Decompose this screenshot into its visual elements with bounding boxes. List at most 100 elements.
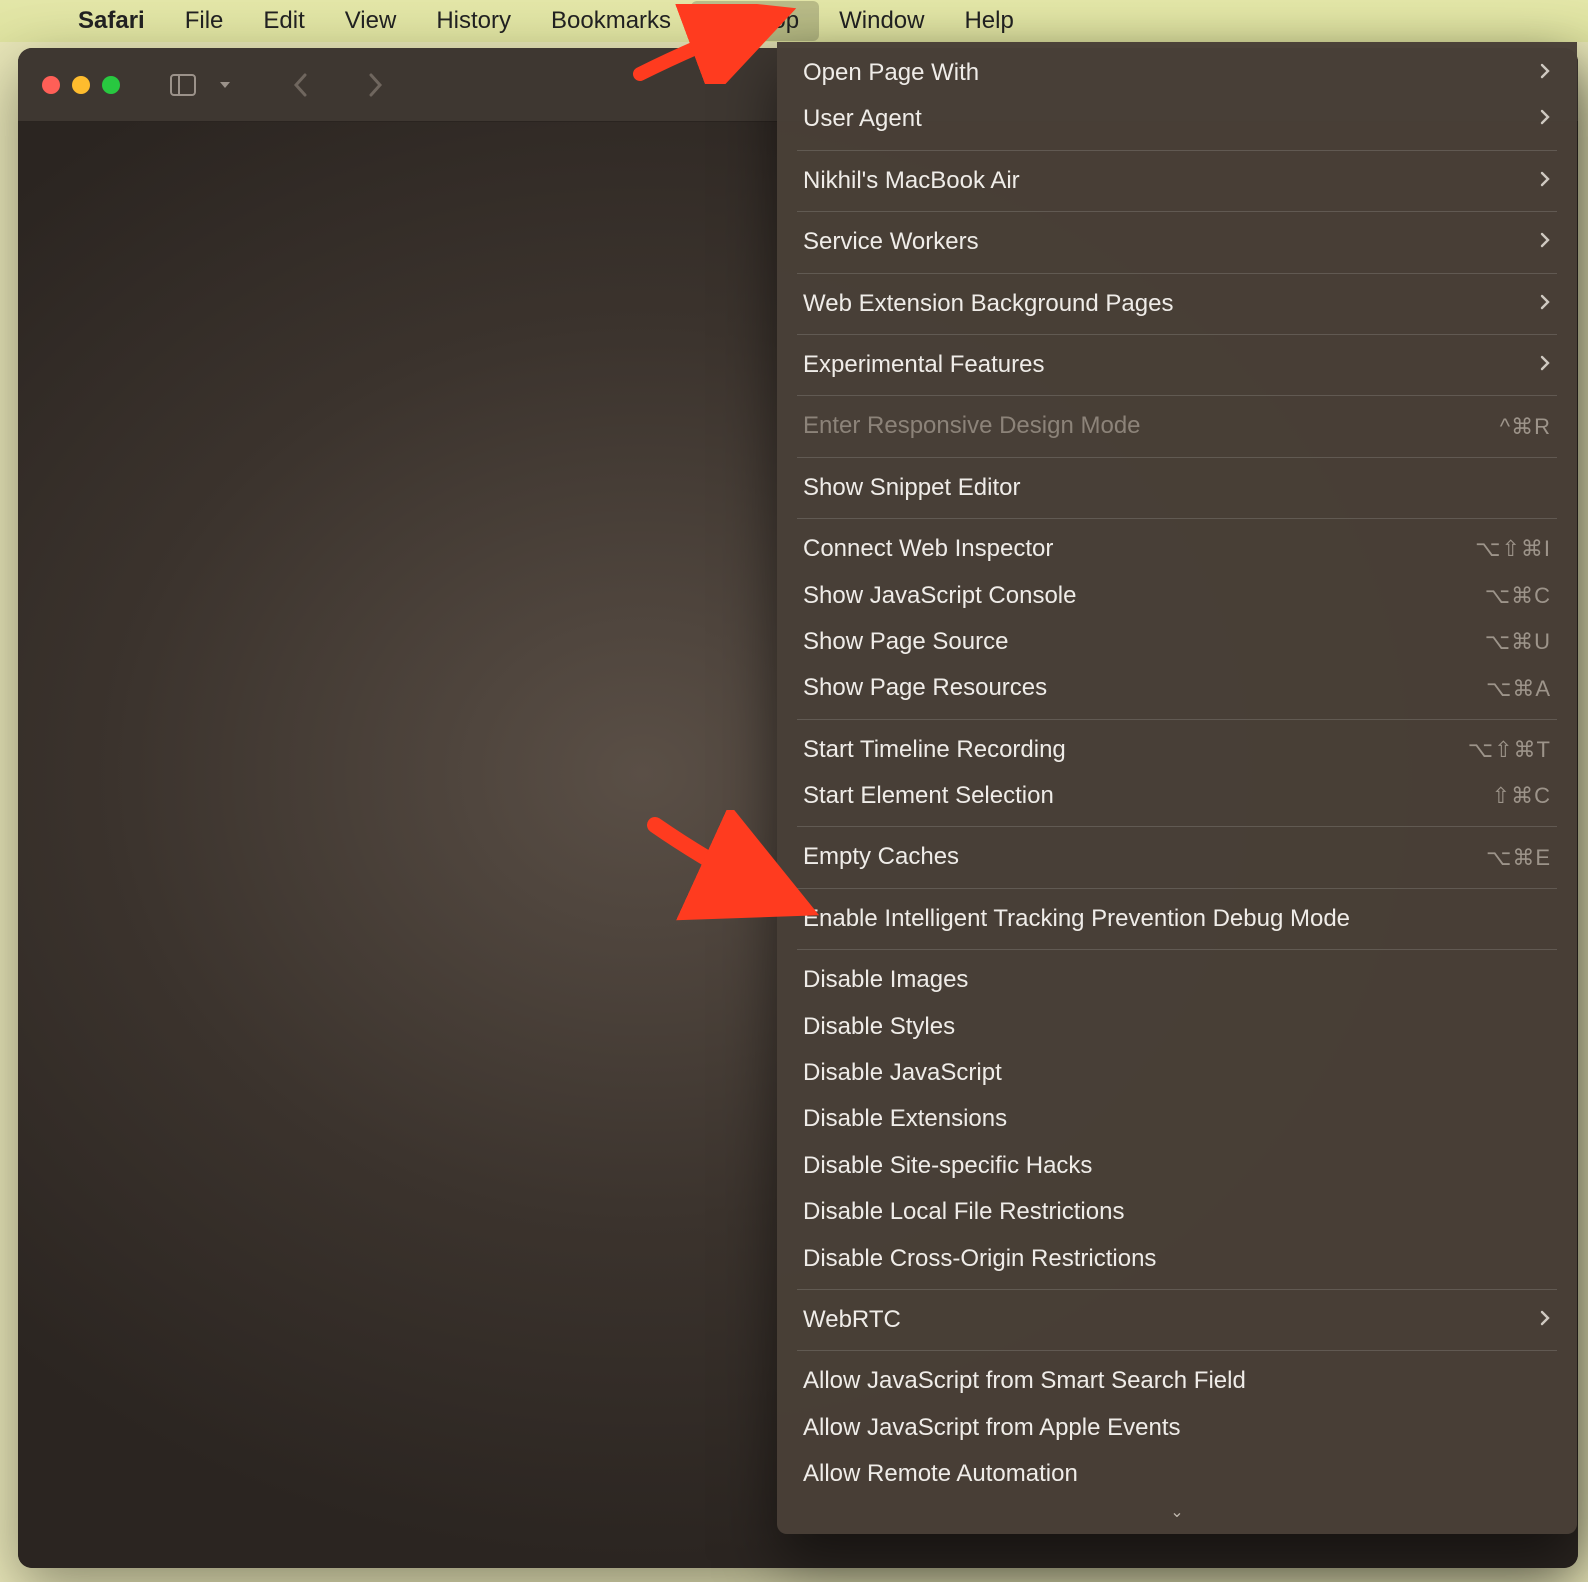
menu-item-label: Enable Intelligent Tracking Prevention D… [803,903,1350,935]
macos-menubar: Safari File Edit View History Bookmarks … [0,0,1588,42]
menu-item-label: Empty Caches [803,841,959,873]
menu-item-label: Service Workers [803,226,979,258]
menu-item-shortcut: ⌥⇧⌘T [1468,735,1551,765]
menu-separator [797,150,1557,151]
menu-overflow-chevron-icon[interactable]: ⌄ [777,1498,1577,1522]
menu-item-disable-cross-origin-restrictions[interactable]: Disable Cross-Origin Restrictions [777,1236,1577,1282]
menu-item-show-page-source[interactable]: Show Page Source ⌥⌘U [777,619,1577,665]
menu-separator [797,826,1557,827]
menu-item-service-workers[interactable]: Service Workers [777,219,1577,265]
menu-item-label: WebRTC [803,1304,901,1336]
menu-separator [797,719,1557,720]
menu-item-webrtc[interactable]: WebRTC [777,1297,1577,1343]
chevron-right-icon [1539,1304,1551,1336]
menu-item-label: Experimental Features [803,349,1044,381]
menu-item-disable-javascript[interactable]: Disable JavaScript [777,1050,1577,1096]
menu-separator [797,1289,1557,1290]
menu-item-label: Start Element Selection [803,780,1054,812]
menu-item-label: Show Snippet Editor [803,472,1020,504]
menu-item-allow-remote-automation[interactable]: Allow Remote Automation [777,1451,1577,1497]
menu-develop[interactable]: Develop [691,1,819,41]
menu-item-web-extension-background-pages[interactable]: Web Extension Background Pages [777,281,1577,327]
chevron-right-icon [1539,103,1551,135]
menu-item-label: Nikhil's MacBook Air [803,165,1020,197]
fullscreen-window-button[interactable] [102,76,120,94]
chevron-right-icon [1539,165,1551,197]
chevron-right-icon [1539,226,1551,258]
menu-item-shortcut: ⌥⇧⌘I [1475,534,1551,564]
menu-item-user-agent[interactable]: User Agent [777,96,1577,142]
menu-item-experimental-features[interactable]: Experimental Features [777,342,1577,388]
menu-item-label: Enter Responsive Design Mode [803,410,1141,442]
app-menu[interactable]: Safari [58,1,165,41]
menu-item-label: Show JavaScript Console [803,580,1076,612]
back-button[interactable] [282,66,320,104]
menu-separator [797,1350,1557,1351]
menu-item-show-page-resources[interactable]: Show Page Resources ⌥⌘A [777,665,1577,711]
menu-item-label: Web Extension Background Pages [803,288,1173,320]
menu-item-show-snippet-editor[interactable]: Show Snippet Editor [777,465,1577,511]
menu-bookmarks[interactable]: Bookmarks [531,1,691,41]
sidebar-toggle-button[interactable] [160,68,206,102]
menu-item-label: Connect Web Inspector [803,533,1053,565]
menu-item-enter-responsive-design-mode: Enter Responsive Design Mode ^⌘R [777,403,1577,449]
menu-item-disable-images[interactable]: Disable Images [777,957,1577,1003]
menu-item-disable-site-specific-hacks[interactable]: Disable Site-specific Hacks [777,1143,1577,1189]
menu-item-allow-javascript-from-smart-search-field[interactable]: Allow JavaScript from Smart Search Field [777,1358,1577,1404]
menu-item-empty-caches[interactable]: Empty Caches ⌥⌘E [777,834,1577,880]
menu-item-start-timeline-recording[interactable]: Start Timeline Recording ⌥⇧⌘T [777,727,1577,773]
menu-item-label: Open Page With [803,57,979,89]
menu-item-start-element-selection[interactable]: Start Element Selection ⇧⌘C [777,773,1577,819]
menu-item-label: Allow JavaScript from Smart Search Field [803,1365,1246,1397]
menu-window[interactable]: Window [819,1,944,41]
menu-item-label: User Agent [803,103,922,135]
menu-item-label: Allow Remote Automation [803,1458,1078,1490]
menu-item-label: Disable Images [803,964,968,996]
menu-item-label: Disable Cross-Origin Restrictions [803,1243,1156,1275]
menu-item-enable-intelligent-tracking-prevention-debug-mode[interactable]: Enable Intelligent Tracking Prevention D… [777,896,1577,942]
menu-help[interactable]: Help [944,1,1033,41]
menu-item-disable-extensions[interactable]: Disable Extensions [777,1096,1577,1142]
menu-item-disable-styles[interactable]: Disable Styles [777,1004,1577,1050]
menu-item-label: Disable Styles [803,1011,955,1043]
menu-item-shortcut: ⌥⌘C [1485,581,1551,611]
menu-item-label: Start Timeline Recording [803,734,1066,766]
menu-item-label: Show Page Resources [803,672,1047,704]
sidebar-dropdown-button[interactable] [208,72,242,98]
menu-separator [797,211,1557,212]
forward-button[interactable] [356,66,394,104]
menu-history[interactable]: History [416,1,531,41]
menu-item-nikhil-s-macbook-air[interactable]: Nikhil's MacBook Air [777,158,1577,204]
menu-item-allow-javascript-from-apple-events[interactable]: Allow JavaScript from Apple Events [777,1405,1577,1451]
menu-item-label: Disable Site-specific Hacks [803,1150,1092,1182]
menu-separator [797,334,1557,335]
menu-item-label: Disable Local File Restrictions [803,1196,1124,1228]
menu-item-shortcut: ⌥⌘A [1486,674,1551,704]
menu-separator [797,888,1557,889]
menu-item-shortcut: ⌥⌘U [1485,627,1551,657]
chevron-right-icon [1539,57,1551,89]
develop-menu-dropdown: Open Page With User Agent Nikhil's MacBook… [777,42,1577,1534]
menu-file[interactable]: File [165,1,244,41]
menu-edit[interactable]: Edit [243,1,324,41]
menu-item-shortcut: ⇧⌘C [1492,781,1551,811]
minimize-window-button[interactable] [72,76,90,94]
chevron-right-icon [1539,288,1551,320]
menu-item-shortcut: ⌥⌘E [1486,843,1551,873]
menu-item-open-page-with[interactable]: Open Page With [777,50,1577,96]
menu-separator [797,395,1557,396]
chevron-right-icon [1539,349,1551,381]
window-traffic-lights [42,76,120,94]
menu-item-show-javascript-console[interactable]: Show JavaScript Console ⌥⌘C [777,573,1577,619]
menu-item-disable-local-file-restrictions[interactable]: Disable Local File Restrictions [777,1189,1577,1235]
menu-separator [797,518,1557,519]
menu-item-shortcut: ^⌘R [1500,412,1551,442]
menu-separator [797,273,1557,274]
menu-item-label: Disable Extensions [803,1103,1007,1135]
menu-item-label: Allow JavaScript from Apple Events [803,1412,1181,1444]
menu-view[interactable]: View [325,1,417,41]
menu-item-label: Show Page Source [803,626,1008,658]
menu-item-connect-web-inspector[interactable]: Connect Web Inspector ⌥⇧⌘I [777,526,1577,572]
menu-item-label: Disable JavaScript [803,1057,1002,1089]
close-window-button[interactable] [42,76,60,94]
